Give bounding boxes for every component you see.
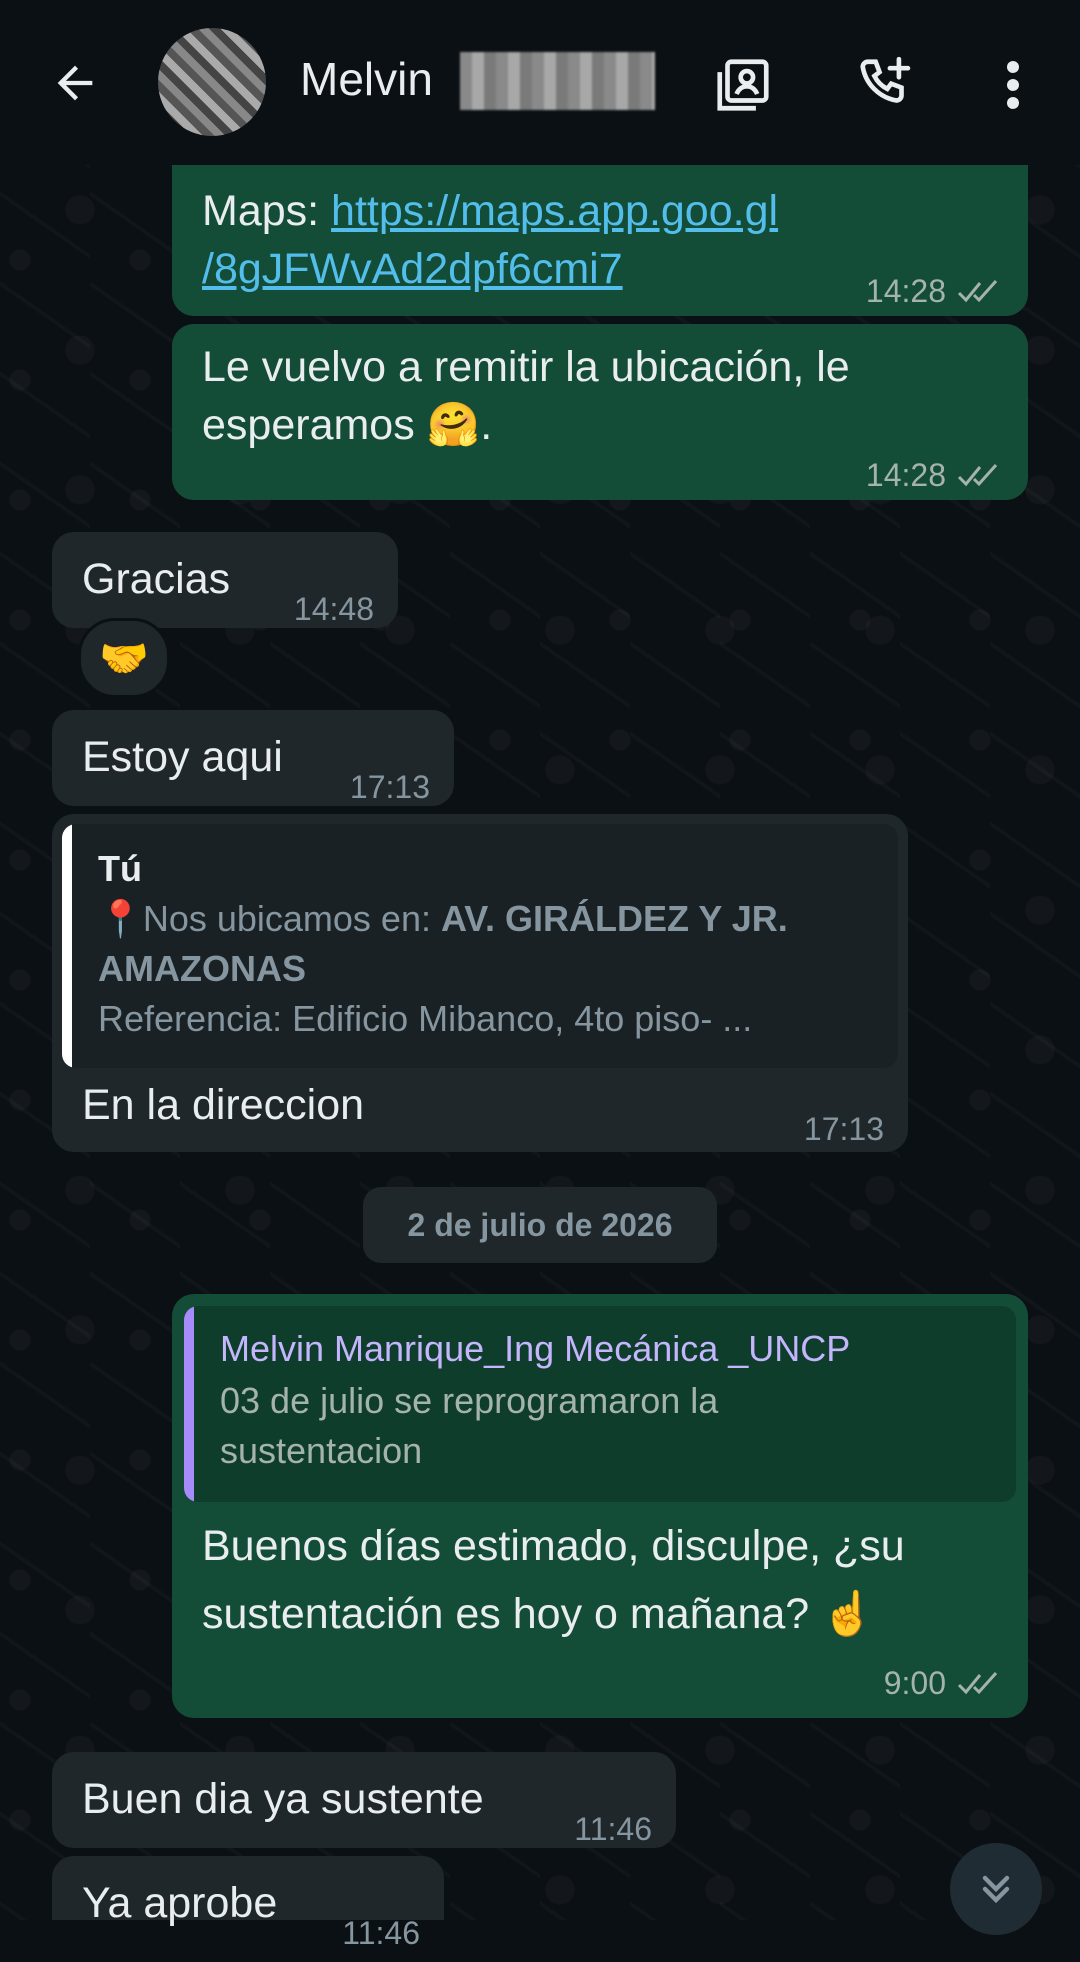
message-text: En la direccion <box>82 1081 365 1129</box>
maps-prefix: Maps: <box>202 187 332 235</box>
message-time: 17:13 <box>350 758 430 816</box>
read-ticks-icon <box>957 463 998 487</box>
message-time: 14:48 <box>294 580 374 638</box>
contact-card-icon[interactable] <box>703 45 783 125</box>
scroll-to-bottom-button[interactable] <box>950 1843 1042 1935</box>
message-text: Buen dia ya sustente <box>82 1775 484 1823</box>
quote-text: 03 de julio se reprogramaron la sustenta… <box>220 1376 718 1476</box>
message-text: Estoy aqui <box>82 733 283 781</box>
timestamp: 11:46 <box>574 1811 652 1847</box>
timestamp: 14:28 <box>865 457 946 493</box>
message-time: 11:46 <box>574 1800 652 1858</box>
message-text: Ya aprobe <box>82 1879 278 1927</box>
quote-line: Referencia: Edificio Mibanco, 4to piso- … <box>98 998 753 1039</box>
timestamp: 11:46 <box>342 1915 420 1951</box>
maps-link-path[interactable]: /8gJFWvAd2dpf6cmi7 <box>202 245 623 293</box>
message-text: Le vuelvo a remitir la ubicación, le esp… <box>202 338 850 454</box>
back-arrow-icon[interactable] <box>40 48 110 118</box>
message-text: Buenos días estimado, disculpe, ¿su sust… <box>202 1512 905 1648</box>
quoted-message[interactable]: Tú 📍Nos ubicamos en: AV. GIRÁLDEZ Y JR. … <box>62 824 898 1068</box>
message-text: Gracias <box>82 555 231 603</box>
message-bubble-incoming[interactable]: Estoy aqui 17:13 <box>52 710 454 806</box>
message-time: 11:46 <box>342 1904 420 1962</box>
message-bubble-incoming[interactable]: Ya aprobe 11:46 <box>52 1856 444 1951</box>
date-separator: 2 de julio de 2026 <box>363 1187 717 1263</box>
quote-line: 📍Nos ubicamos en: <box>98 898 441 939</box>
timestamp: 9:00 <box>883 1665 946 1701</box>
message-time: 17:13 <box>804 1100 884 1158</box>
quote-author: Melvin Manrique_Ing Mecánica _UNCP <box>220 1328 851 1369</box>
message-bubble-incoming[interactable]: Tú 📍Nos ubicamos en: AV. GIRÁLDEZ Y JR. … <box>52 814 908 1152</box>
message-text: Maps: https://maps.app.goo.gl /8gJFWvAd2… <box>202 182 778 298</box>
message-time: 14:28 <box>866 262 1002 320</box>
timestamp: 14:48 <box>293 591 374 627</box>
message-bubble-incoming[interactable]: Gracias 14:48 <box>52 532 398 628</box>
more-vert-icon[interactable] <box>973 45 1053 125</box>
quote-author: Tú <box>98 848 142 889</box>
double-chevron-down-icon <box>982 1875 1010 1904</box>
quoted-message[interactable]: Melvin Manrique_Ing Mecánica _UNCP 03 de… <box>184 1306 1016 1502</box>
quote-accent-bar <box>62 824 72 1068</box>
maps-link[interactable]: https://maps.app.goo.gl <box>331 187 778 235</box>
message-time: 9:00 <box>884 1654 1002 1712</box>
message-bubble-outgoing[interactable]: Le vuelvo a remitir la ubicación, le esp… <box>172 324 1028 500</box>
contact-name[interactable]: Melvin <box>300 52 433 106</box>
timestamp: 17:13 <box>349 769 430 805</box>
message-time: 14:28 <box>866 446 1002 504</box>
reaction-emoji: 🤝 <box>99 636 149 681</box>
read-ticks-icon <box>957 279 998 303</box>
chat-header: Melvin <box>0 0 1080 165</box>
message-bubble-outgoing[interactable]: Melvin Manrique_Ing Mecánica _UNCP 03 de… <box>172 1294 1028 1718</box>
message-reaction[interactable]: 🤝 <box>78 618 170 698</box>
quote-line: sustentacion <box>220 1430 423 1471</box>
message-line: esperamos 🤗. <box>202 401 493 449</box>
quote-accent-bar <box>184 1306 194 1502</box>
message-line: Buenos días estimado, disculpe, ¿su <box>202 1522 905 1570</box>
message-line: Le vuelvo a remitir la ubicación, le <box>202 343 850 391</box>
quote-text: 📍Nos ubicamos en: AV. GIRÁLDEZ Y JR. AMA… <box>98 894 888 1044</box>
message-line: sustentación es hoy o mañana? ☝️ <box>202 1590 875 1638</box>
quote-line: 03 de julio se reprogramaron la <box>220 1380 719 1421</box>
timestamp: 17:13 <box>803 1111 884 1147</box>
quote-line-bold: AV. GIRÁLDEZ Y JR. <box>440 898 788 939</box>
message-bubble-incoming[interactable]: Buen dia ya sustente 11:46 <box>52 1752 676 1848</box>
quote-line-bold: AMAZONAS <box>98 948 306 989</box>
redacted-surname <box>460 52 655 110</box>
timestamp: 14:28 <box>865 273 946 309</box>
avatar[interactable] <box>158 28 266 136</box>
read-ticks-icon <box>957 1671 998 1695</box>
add-call-icon[interactable] <box>846 45 926 125</box>
